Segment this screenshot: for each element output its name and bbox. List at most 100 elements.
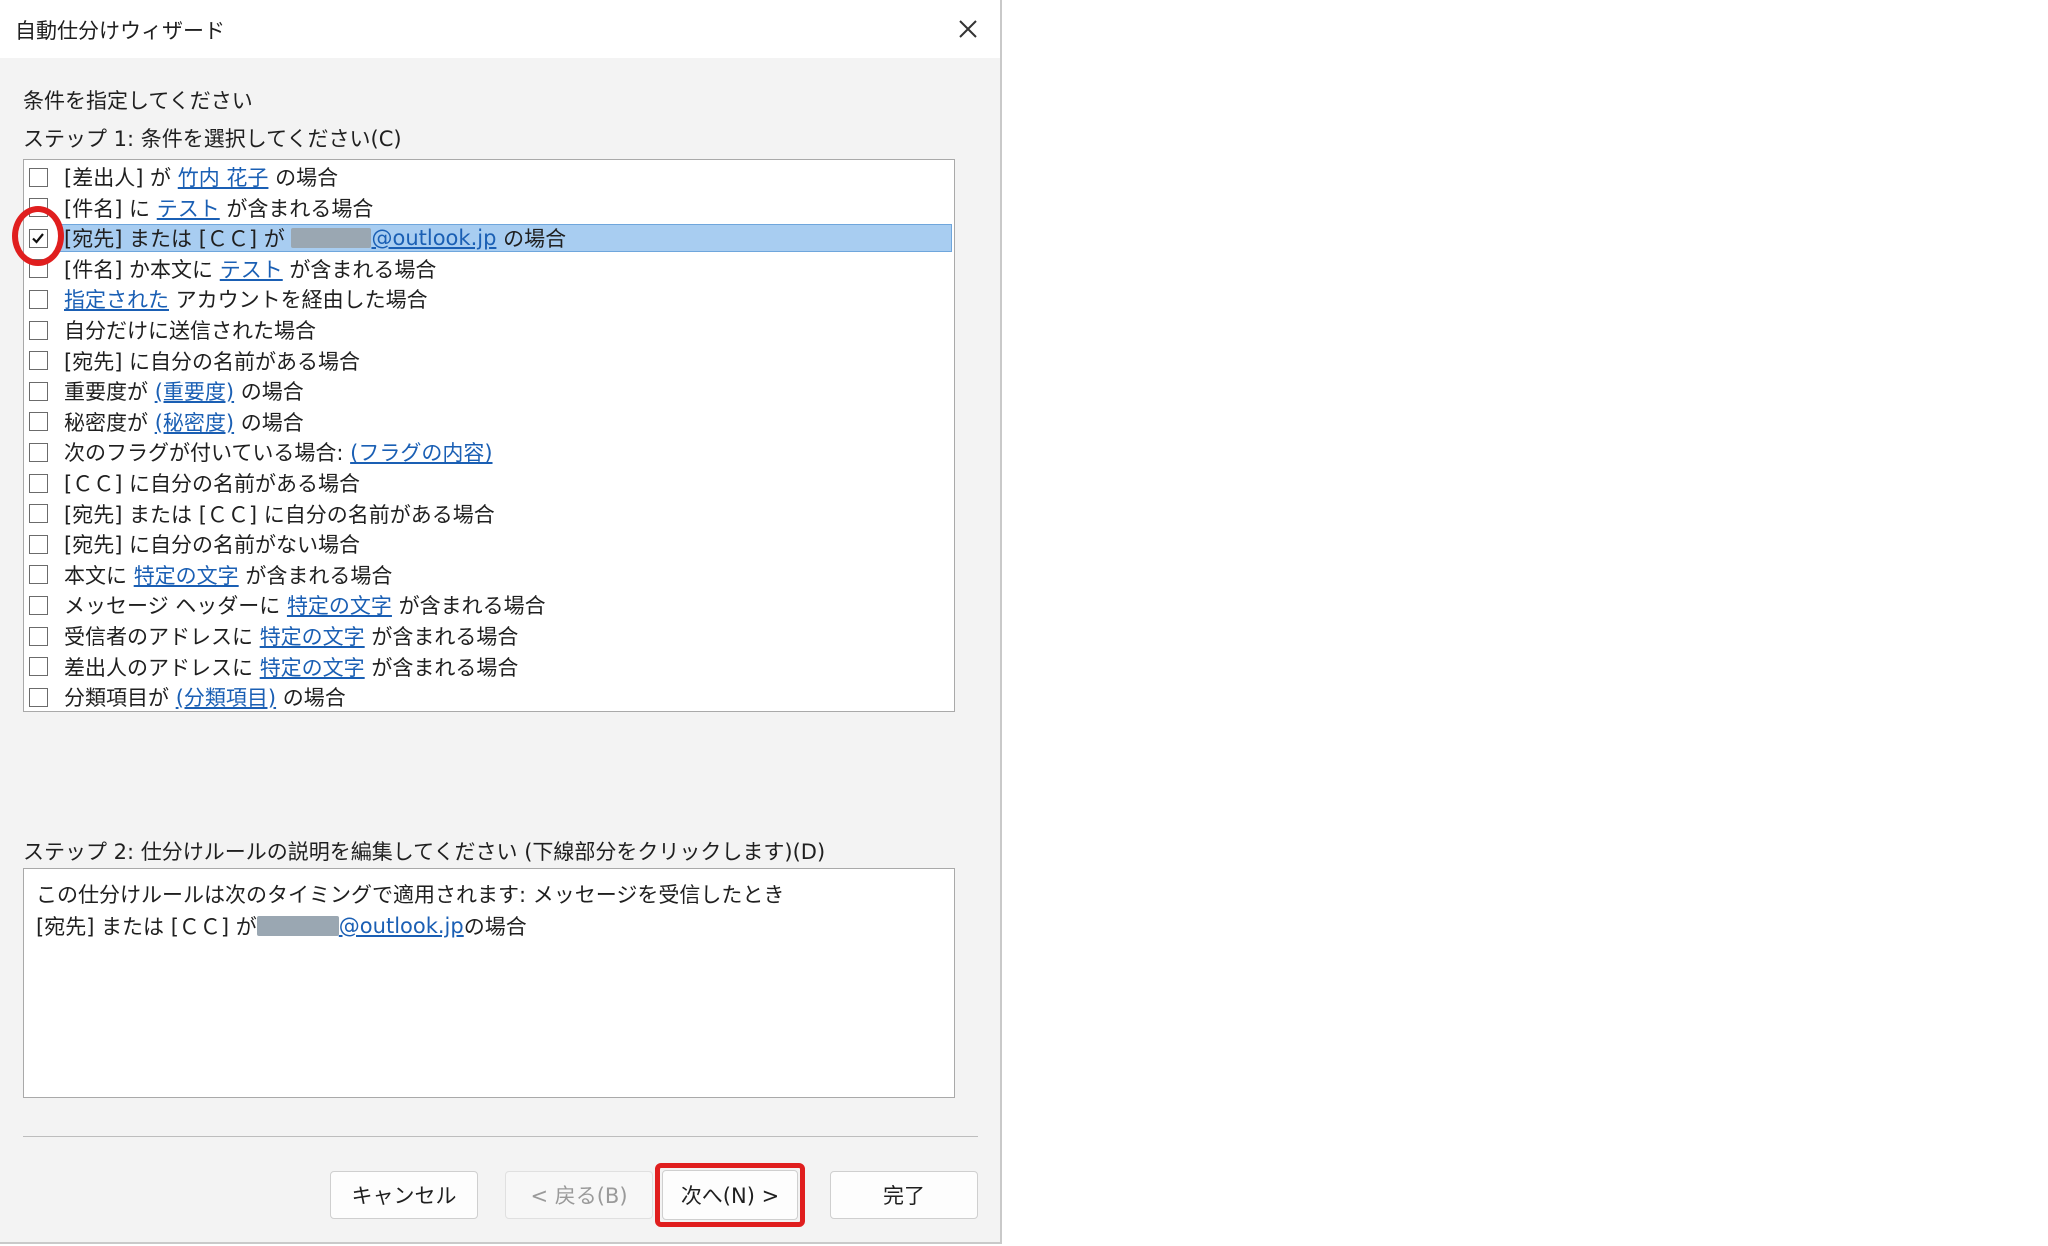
condition-row[interactable]: [ＣＣ] に自分の名前がある場合 (24, 468, 954, 498)
back-button[interactable]: < 戻る(B) (505, 1171, 653, 1219)
cancel-button[interactable]: キャンセル (330, 1171, 478, 1219)
condition-checkbox[interactable] (29, 198, 48, 218)
condition-checkbox[interactable] (29, 595, 48, 615)
description-line-condition: [宛先] または [ＣＣ] が @outlook.jp の場合 (36, 911, 527, 941)
condition-row[interactable]: 本文に 特定の文字 が含まれる場合 (24, 560, 954, 590)
condition-value-link[interactable]: 特定の文字 (134, 560, 239, 590)
condition-text: 秘密度が (秘密度) の場合 (64, 407, 304, 437)
condition-label: [宛先] または [ＣＣ] に自分の名前がある場合 (64, 502, 495, 527)
condition-text: 分類項目が (分類項目) の場合 (64, 682, 346, 712)
condition-checkbox[interactable] (29, 473, 48, 493)
condition-checkbox[interactable] (29, 504, 48, 524)
condition-text: 指定された アカウントを経由した場合 (64, 284, 428, 314)
condition-text: [ＣＣ] に自分の名前がある場合 (64, 468, 360, 498)
condition-value-link[interactable]: (重要度) (155, 376, 234, 406)
condition-value-link[interactable]: 特定の文字 (287, 590, 392, 620)
condition-value-link[interactable]: 特定の文字 (260, 621, 365, 651)
condition-row[interactable]: 差出人のアドレスに 特定の文字 が含まれる場合 (24, 652, 954, 682)
condition-row[interactable]: [差出人] が 竹内 花子 の場合 (24, 162, 954, 192)
condition-checkbox[interactable] (29, 167, 48, 187)
condition-checkbox[interactable] (29, 381, 48, 401)
condition-label: の場合 (276, 686, 346, 711)
condition-text: 重要度が (重要度) の場合 (64, 376, 304, 406)
condition-checkbox[interactable] (29, 442, 48, 462)
condition-value-link[interactable]: 指定された (64, 284, 169, 314)
condition-label: [ＣＣ] に自分の名前がある場合 (64, 472, 361, 496)
condition-checkbox[interactable] (29, 534, 48, 554)
condition-row[interactable]: 受信者のアドレスに 特定の文字 が含まれる場合 (24, 621, 954, 651)
condition-label: 重要度が (64, 380, 155, 405)
description-condition-suffix: の場合 (463, 915, 527, 939)
condition-checkbox[interactable] (29, 320, 48, 340)
condition-label: 分類項目が (64, 686, 176, 711)
condition-checkbox[interactable] (29, 228, 48, 248)
condition-value-link[interactable]: テスト (220, 254, 283, 284)
condition-row[interactable]: [宛先] に自分の名前がある場合 (24, 346, 954, 376)
condition-text: [宛先] に自分の名前がない場合 (64, 529, 360, 559)
step2-label: ステップ 2: 仕分けルールの説明を編集してください (下線部分をクリックします… (23, 840, 826, 864)
condition-row[interactable]: 次のフラグが付いている場合: (フラグの内容) (24, 437, 954, 467)
condition-label: 受信者のアドレスに (64, 625, 260, 649)
condition-checkbox[interactable] (29, 259, 48, 279)
description-address-link[interactable]: @outlook.jp (256, 914, 464, 938)
condition-label: [件名] に (64, 196, 157, 221)
condition-label: 次のフラグが付いている場合: (64, 441, 351, 466)
condition-checkbox[interactable] (29, 657, 48, 677)
condition-label: 本文に (64, 563, 134, 588)
condition-label: [差出人] が (64, 166, 178, 190)
condition-row[interactable]: 秘密度が (秘密度) の場合 (24, 407, 954, 437)
condition-label: の場合 (268, 166, 339, 190)
condition-row[interactable]: 自分だけに送信された場合 (24, 315, 954, 345)
condition-row[interactable]: [宛先] に自分の名前がない場合 (24, 529, 954, 559)
condition-checkbox[interactable] (29, 626, 48, 646)
condition-row[interactable]: 重要度が (重要度) の場合 (24, 376, 954, 406)
condition-text: [件名] に テスト が含まれる場合 (64, 193, 373, 223)
condition-value-link[interactable]: (秘密度) (155, 407, 234, 437)
title-bar: 自動仕分けウィザード (0, 0, 1000, 58)
condition-text: 次のフラグが付いている場合: (フラグの内容) (64, 437, 493, 467)
condition-row[interactable]: 分類項目が (分類項目) の場合 (24, 682, 954, 712)
finish-button[interactable]: 完了 (830, 1171, 978, 1219)
checkmark-icon (32, 232, 44, 244)
description-line-timing: この仕分けルールは次のタイミングで適用されます: メッセージを受信したとき (36, 883, 785, 907)
condition-row[interactable]: [宛先] または [ＣＣ] に自分の名前がある場合 (24, 499, 954, 529)
redacted-address (291, 228, 372, 249)
condition-label: が含まれる場合 (282, 257, 437, 282)
condition-row[interactable]: メッセージ ヘッダーに 特定の文字 が含まれる場合 (24, 590, 954, 620)
condition-checkbox[interactable] (29, 412, 48, 432)
condition-row[interactable]: [宛先] または [ＣＣ] が @outlook.jp の場合 (24, 223, 954, 253)
condition-value-link[interactable]: (フラグの内容) (350, 437, 492, 467)
condition-value-link[interactable]: 竹内 花子 (178, 162, 269, 192)
condition-label: の場合 (234, 410, 304, 435)
rule-description-box: この仕分けルールは次のタイミングで適用されます: メッセージを受信したとき [宛… (23, 868, 955, 1098)
description-condition-prefix: [宛先] または [ＣＣ] が (36, 915, 257, 939)
condition-row[interactable]: [件名] に テスト が含まれる場合 (24, 193, 954, 223)
dialog-title: 自動仕分けウィザード (15, 19, 225, 43)
next-button[interactable]: 次へ(N) > (662, 1170, 798, 1220)
condition-label: メッセージ ヘッダーに (64, 594, 287, 619)
condition-label: 自分だけに送信された場合 (64, 319, 316, 343)
condition-text: メッセージ ヘッダーに 特定の文字 が含まれる場合 (64, 590, 546, 620)
redacted-address (256, 916, 339, 936)
condition-text: [宛先] に自分の名前がある場合 (64, 346, 360, 376)
condition-text: [宛先] または [ＣＣ] に自分の名前がある場合 (64, 499, 495, 529)
condition-label: 秘密度が (64, 410, 155, 435)
condition-row[interactable]: [件名] か本文に テスト が含まれる場合 (24, 254, 954, 284)
condition-text: 本文に 特定の文字 が含まれる場合 (64, 560, 392, 590)
condition-value-link[interactable]: 特定の文字 (260, 652, 365, 682)
close-button[interactable] (946, 8, 990, 50)
condition-checkbox[interactable] (29, 351, 48, 371)
condition-text: [宛先] または [ＣＣ] が @outlook.jp の場合 (64, 223, 566, 253)
condition-row[interactable]: 指定された アカウントを経由した場合 (24, 284, 954, 314)
condition-text: 差出人のアドレスに 特定の文字 が含まれる場合 (64, 652, 518, 682)
condition-value-link[interactable]: テスト (157, 193, 220, 223)
condition-list[interactable]: [差出人] が 竹内 花子 の場合 [件名] に テスト が含まれる場合 [宛先] … (23, 159, 955, 712)
condition-checkbox[interactable] (29, 687, 48, 707)
condition-checkbox[interactable] (29, 289, 48, 309)
condition-value-link[interactable]: @outlook.jp (371, 226, 496, 250)
condition-label: が含まれる場合 (364, 655, 519, 680)
condition-label: の場合 (234, 380, 304, 405)
condition-checkbox[interactable] (29, 565, 48, 585)
button-separator (23, 1136, 978, 1137)
condition-value-link[interactable]: (分類項目) (176, 682, 276, 712)
